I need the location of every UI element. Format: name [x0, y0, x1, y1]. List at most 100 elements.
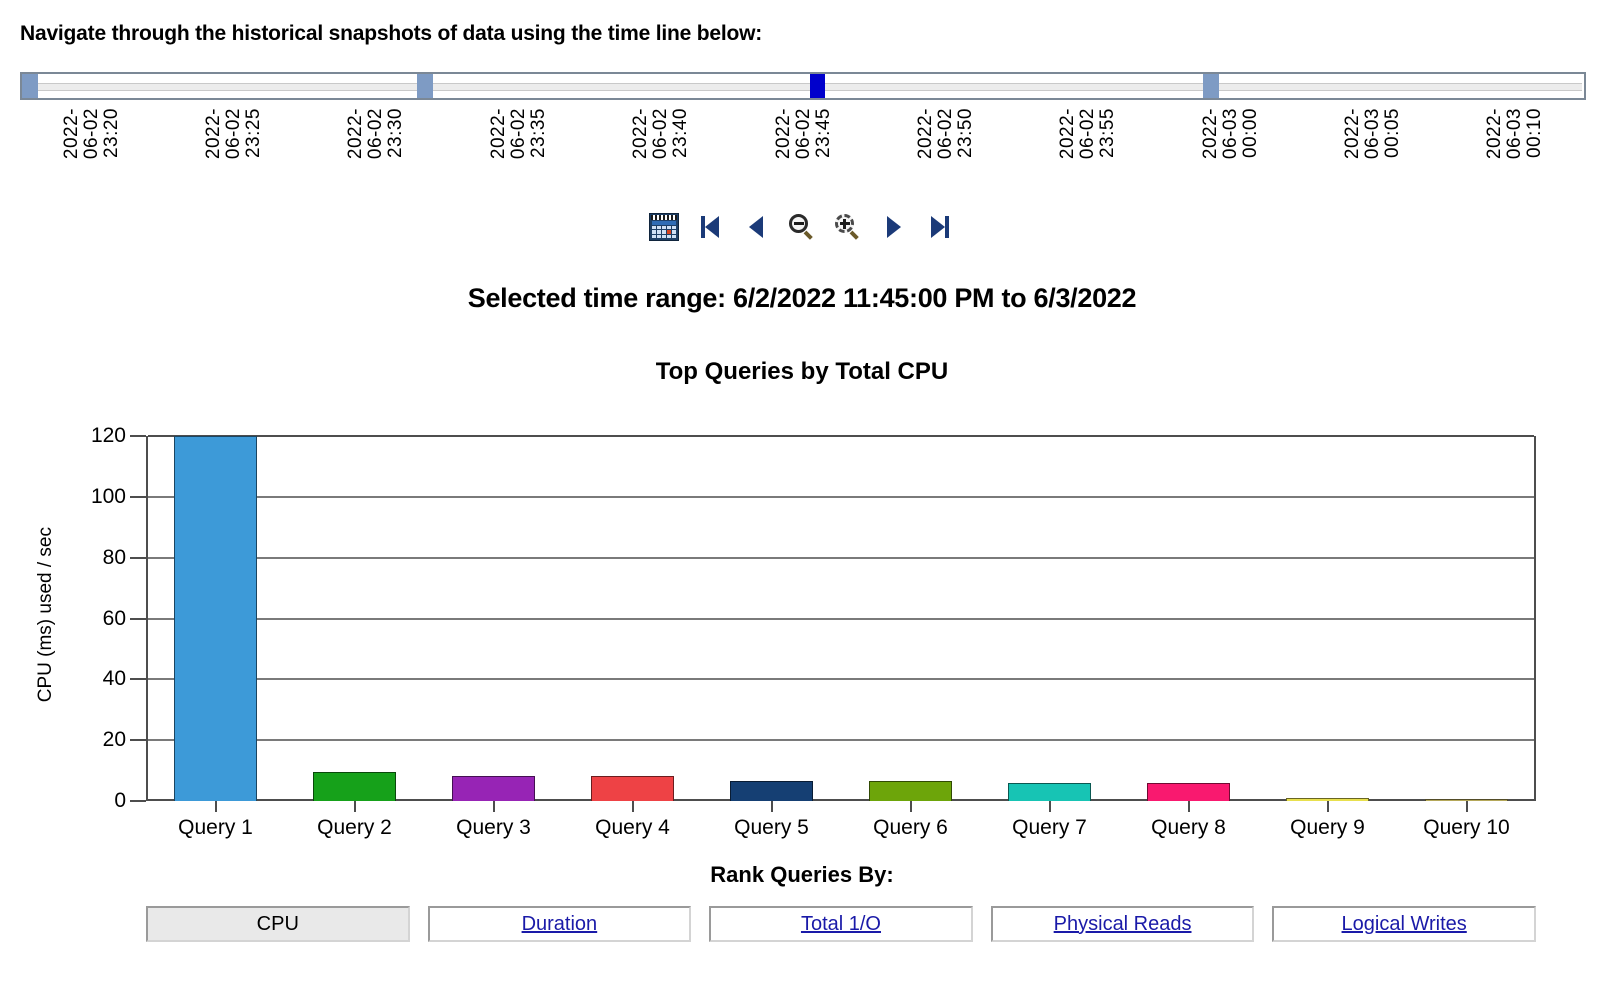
rank-button-link[interactable]: Duration	[522, 913, 598, 936]
chart-bar-slot	[1258, 436, 1397, 801]
handle-mid-2[interactable]	[1202, 74, 1219, 98]
chart-x-tick	[424, 801, 563, 813]
rank-queries-title: Rank Queries By:	[710, 862, 894, 887]
timeline-tick-label-part: 06-03	[1219, 108, 1241, 160]
chart-bar[interactable]	[173, 436, 258, 801]
timeline-tick-label: 2022- 06-03 00:00	[1193, 108, 1267, 194]
chart-bar[interactable]	[590, 776, 675, 801]
chart-x-tick	[1258, 801, 1397, 813]
skip-to-end-icon[interactable]	[923, 208, 957, 246]
selected-time-range: Selected time range: 6/2/2022 11:45:00 P…	[467, 283, 1137, 313]
rank-button-label: CPU	[256, 912, 299, 935]
timeline-tick-label: 2022- 06-02 23:35	[481, 108, 555, 194]
rank-button-physical-reads[interactable]: Physical Reads	[990, 906, 1255, 942]
chart-y-tick-label: 20	[102, 728, 126, 752]
timeline-tick-label-part: 2022-	[1199, 108, 1221, 160]
chart-y-tick-mark	[130, 617, 146, 620]
rank-button-duration[interactable]: Duration	[427, 906, 692, 942]
rank-button-total-1-o[interactable]: Total 1/O	[709, 906, 973, 942]
timeline-tick-label: 2022- 06-02 23:20	[54, 108, 128, 194]
chart-bar[interactable]	[1146, 782, 1231, 801]
chart-x-tick-label: Query 2	[317, 816, 392, 839]
page-root: Navigate through the historical snapshot…	[0, 0, 1604, 991]
chart-x-tick-label: Query 6	[873, 816, 948, 839]
next-icon[interactable]	[877, 208, 911, 246]
chart-bar-slot	[980, 436, 1119, 801]
chart-x-tick-label: Query 9	[1290, 816, 1365, 839]
chart-x-tick	[146, 801, 285, 813]
chart-x-tick-label: Query 8	[1151, 816, 1226, 839]
chart-bar[interactable]	[868, 781, 953, 801]
timeline-tick-label-part: 23:35	[527, 108, 549, 159]
timeline-tick-label-part: 2022-	[1484, 108, 1506, 160]
chart-bar[interactable]	[312, 772, 397, 801]
chart-x-tick-label: Query 5	[734, 816, 809, 839]
timeline-tick-label-part: 06-02	[507, 108, 529, 160]
timeline-tick-label-part: 23:25	[243, 108, 265, 159]
timeline-tick-label: 2022- 06-03 00:05	[1335, 108, 1409, 194]
chart-bar-slot	[146, 436, 285, 801]
chart-x-tick	[702, 801, 841, 813]
timeline-tick-label: 2022- 06-02 23:50	[908, 108, 982, 194]
chart-bars	[146, 436, 1536, 801]
timeline-tick-label: 2022- 06-02 23:45	[766, 108, 840, 194]
calendar-icon[interactable]	[647, 208, 681, 246]
chart-y-tick-label: 80	[102, 545, 126, 569]
chart-x-tick-label: Query 7	[1012, 816, 1087, 839]
rank-button-cpu[interactable]: CPU	[146, 906, 410, 942]
handle-selected[interactable]	[809, 74, 825, 98]
timeline-tick-label-part: 2022-	[203, 108, 225, 160]
skip-to-start-icon[interactable]	[693, 208, 727, 246]
rank-button-link[interactable]: Physical Reads	[1054, 913, 1192, 936]
chart-y-tick-mark	[130, 800, 146, 802]
timeline-tick-label-part: 2022-	[60, 108, 82, 160]
timeline-tick-label-part: 2022-	[914, 108, 936, 160]
rank-button-link[interactable]: Logical Writes	[1342, 913, 1467, 936]
timeline-tick-label-part: 2022-	[345, 108, 367, 160]
chart-title: Top Queries by Total CPU	[655, 358, 949, 385]
chart-x-tick-label: Query 1	[178, 816, 253, 839]
timeline-slider[interactable]	[20, 72, 1586, 102]
timeline-tick-label: 2022- 06-02 23:40	[624, 108, 698, 194]
chart-bar-slot	[285, 436, 424, 801]
zoom-out-icon[interactable]	[785, 208, 819, 246]
timeline-tick-label-part: 23:50	[954, 108, 976, 159]
rank-button-logical-writes[interactable]: Logical Writes	[1272, 906, 1536, 942]
zoom-in-icon[interactable]	[831, 208, 865, 246]
timeline-tick-label-part: 23:30	[385, 108, 407, 159]
timeline-tick-labels: 2022- 06-02 23:20 2022- 06-02 23:25 2022- 06-02…	[20, 108, 1586, 198]
timeline-tick-label-part: 23:40	[670, 108, 692, 159]
timeline-tick-label-part: 06-02	[934, 108, 956, 160]
chart-x-tick	[1119, 801, 1258, 813]
chart-bar-slot	[841, 436, 980, 801]
chart-bar[interactable]	[1007, 783, 1092, 801]
chart-y-tick-mark	[130, 739, 146, 742]
handle-mid-1[interactable]	[416, 74, 433, 98]
timeline-tick-label-part: 06-02	[365, 108, 387, 160]
timeline-tick-label: 2022- 06-02 23:55	[1051, 108, 1125, 194]
chart-x-tick-label: Query 3	[456, 816, 531, 839]
chart-area: 0 20 40 60 80 100 120 Query 1 Query 2 Query 3 Que…	[0, 418, 1604, 839]
chart-bar[interactable]	[451, 775, 536, 801]
timeline-tick-label-part: 06-02	[792, 108, 814, 160]
chart-x-tick-label: Query 4	[595, 816, 670, 839]
rank-queries-buttons[interactable]: CPU Duration Total 1/O Physical Reads Logica…	[146, 906, 1536, 942]
timeline-tick-label: 2022- 06-03 00:10	[1478, 108, 1552, 194]
chart-x-tick-label: Query 10	[1423, 816, 1510, 839]
chart-x-tick	[285, 801, 424, 813]
timeline-tick-label-part: 06-03	[1361, 108, 1383, 160]
chart-bar-slot	[563, 436, 702, 801]
timeline-navigation-toolbar[interactable]	[0, 208, 1604, 246]
timeline-tick-label-part: 00:00	[1239, 108, 1261, 159]
previous-icon[interactable]	[739, 208, 773, 246]
timeline-tick-label-part: 06-02	[650, 108, 672, 160]
handle-start[interactable]	[22, 74, 38, 98]
chart-x-labels: Query 1 Query 2 Query 3 Query 4 Query 5 Query…	[146, 816, 1536, 840]
chart-bar-slot	[1119, 436, 1258, 801]
chart-y-tick-mark	[130, 678, 146, 681]
timeline-track[interactable]	[20, 72, 1586, 100]
rank-button-link[interactable]: Total 1/O	[801, 913, 881, 936]
chart-y-tick-label: 40	[102, 667, 126, 691]
chart-bar[interactable]	[729, 780, 814, 801]
chart-y-tick-label: 60	[102, 606, 126, 630]
